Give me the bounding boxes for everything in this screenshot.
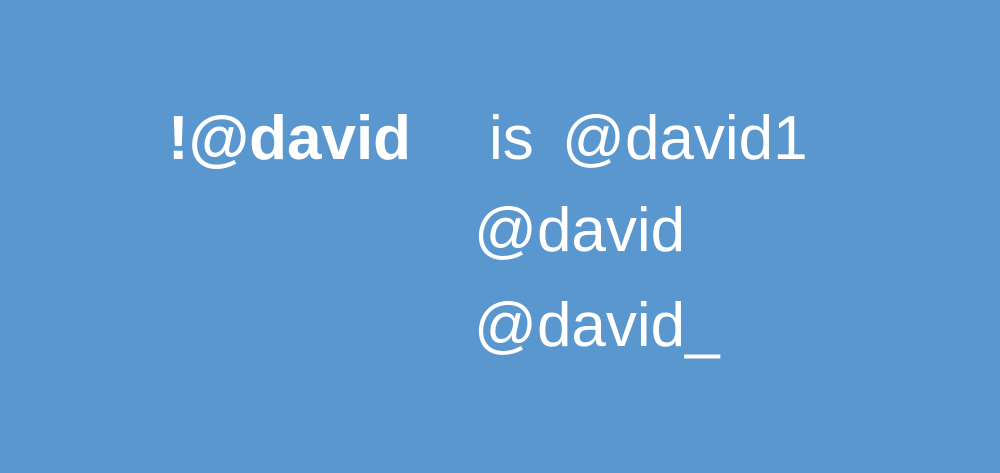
matching-handle: @david_ bbox=[474, 291, 720, 360]
negated-username-term: !@david bbox=[168, 104, 412, 173]
banner-canvas: !@david is @david1 @david @david_ bbox=[0, 0, 1000, 473]
matching-handle: @david bbox=[474, 196, 686, 265]
matching-handle: @david1 bbox=[562, 104, 808, 173]
connector-word: is bbox=[489, 104, 534, 173]
